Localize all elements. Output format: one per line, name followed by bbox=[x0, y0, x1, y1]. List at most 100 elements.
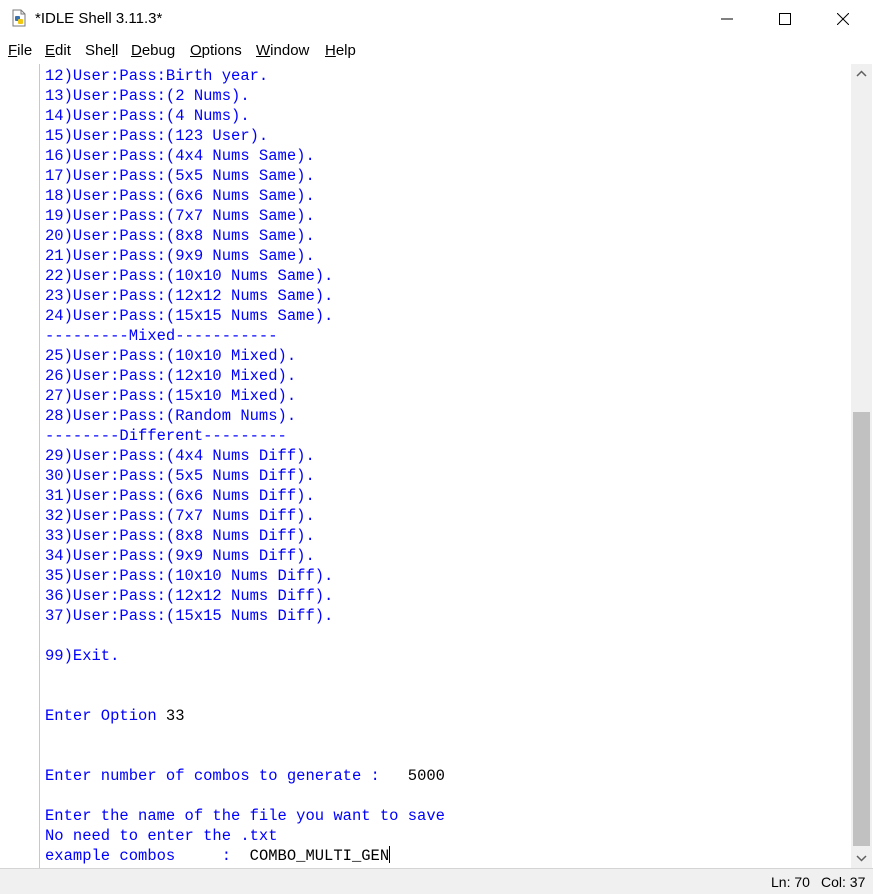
shell-output-text: 26)User:Pass:(12x10 Mixed). bbox=[45, 367, 297, 385]
scroll-up-button[interactable] bbox=[851, 64, 872, 84]
shell-output-text: 31)User:Pass:(6x6 Nums Diff). bbox=[45, 487, 315, 505]
shell-line: 20)User:Pass:(8x8 Nums Same). bbox=[45, 226, 315, 246]
shell-line: 22)User:Pass:(10x10 Nums Same). bbox=[45, 266, 333, 286]
shell-line: 26)User:Pass:(12x10 Mixed). bbox=[45, 366, 296, 386]
text-cursor bbox=[389, 846, 391, 863]
shell-output-text: 18)User:Pass:(6x6 Nums Same). bbox=[45, 187, 315, 205]
shell-output-text: --------Different--------- bbox=[45, 427, 287, 445]
shell-output-text: 12)User:Pass:Birth year. bbox=[45, 67, 269, 85]
chevron-up-icon bbox=[856, 70, 867, 77]
shell-output-text: 16)User:Pass:(4x4 Nums Same). bbox=[45, 147, 315, 165]
shell-user-input[interactable]: 5000 bbox=[408, 767, 445, 785]
shell-line: 29)User:Pass:(4x4 Nums Diff). bbox=[45, 446, 315, 466]
title-bar[interactable]: *IDLE Shell 3.11.3* bbox=[0, 0, 873, 38]
menu-file[interactable]: File bbox=[8, 42, 32, 59]
shell-line: example combos : COMBO_MULTI_GEN bbox=[45, 846, 391, 866]
shell-output-text: 36)User:Pass:(12x12 Nums Diff). bbox=[45, 587, 334, 605]
shell-line: Enter number of combos to generate : 500… bbox=[45, 766, 445, 786]
shell-text-area[interactable]: 12)User:Pass:Birth year. 13)User:Pass:(2 … bbox=[45, 66, 845, 866]
shell-output-text: Enter the name of the file you want to s… bbox=[45, 807, 445, 825]
chevron-down-icon bbox=[856, 855, 867, 862]
shell-output-text: 28)User:Pass:(Random Nums). bbox=[45, 407, 297, 425]
shell-output-text: 35)User:Pass:(10x10 Nums Diff). bbox=[45, 567, 334, 585]
shell-output-text: 25)User:Pass:(10x10 Mixed). bbox=[45, 347, 297, 365]
shell-sidebar bbox=[0, 64, 40, 868]
menu-debug[interactable]: Debug bbox=[131, 42, 175, 59]
shell-line: 18)User:Pass:(6x6 Nums Same). bbox=[45, 186, 315, 206]
menu-shell[interactable]: Shell bbox=[85, 42, 118, 59]
shell-output-text: 30)User:Pass:(5x5 Nums Diff). bbox=[45, 467, 315, 485]
scroll-down-button[interactable] bbox=[851, 848, 872, 868]
shell-user-input[interactable]: COMBO_MULTI_GEN bbox=[250, 847, 390, 865]
shell-output-text: 23)User:Pass:(12x12 Nums Same). bbox=[45, 287, 334, 305]
shell-output-text: 24)User:Pass:(15x15 Nums Same). bbox=[45, 307, 334, 325]
shell-line: 30)User:Pass:(5x5 Nums Diff). bbox=[45, 466, 315, 486]
vertical-scrollbar[interactable] bbox=[851, 64, 872, 868]
shell-output-text: example combos : bbox=[45, 847, 250, 865]
minimize-icon bbox=[721, 18, 733, 20]
shell-output-text: 32)User:Pass:(7x7 Nums Diff). bbox=[45, 507, 315, 525]
shell-line: 31)User:Pass:(6x6 Nums Diff). bbox=[45, 486, 315, 506]
shell-line: 32)User:Pass:(7x7 Nums Diff). bbox=[45, 506, 315, 526]
shell-output-text: Enter Option bbox=[45, 707, 166, 725]
shell-line: 34)User:Pass:(9x9 Nums Diff). bbox=[45, 546, 315, 566]
shell-line: 33)User:Pass:(8x8 Nums Diff). bbox=[45, 526, 315, 546]
shell-output-text: 37)User:Pass:(15x15 Nums Diff). bbox=[45, 607, 334, 625]
minimize-button[interactable] bbox=[698, 0, 756, 38]
shell-line: Enter Option 33 bbox=[45, 706, 185, 726]
shell-line: 19)User:Pass:(7x7 Nums Same). bbox=[45, 206, 315, 226]
shell-output-text: 14)User:Pass:(4 Nums). bbox=[45, 107, 250, 125]
maximize-button[interactable] bbox=[756, 0, 814, 38]
shell-line: 23)User:Pass:(12x12 Nums Same). bbox=[45, 286, 333, 306]
shell-output-text: 17)User:Pass:(5x5 Nums Same). bbox=[45, 167, 315, 185]
shell-output-text: 27)User:Pass:(15x10 Mixed). bbox=[45, 387, 297, 405]
shell-line: 37)User:Pass:(15x15 Nums Diff). bbox=[45, 606, 333, 626]
status-bar: Ln: 70 Col: 37 bbox=[0, 868, 873, 894]
status-col: Col: 37 bbox=[821, 874, 866, 890]
shell-output-text: 33)User:Pass:(8x8 Nums Diff). bbox=[45, 527, 315, 545]
shell-line: 21)User:Pass:(9x9 Nums Same). bbox=[45, 246, 315, 266]
shell-user-input[interactable]: 33 bbox=[166, 707, 185, 725]
shell-line: --------Different--------- bbox=[45, 426, 287, 446]
menu-options[interactable]: Options bbox=[190, 42, 242, 59]
shell-line: 99)Exit. bbox=[45, 646, 119, 666]
shell-line: 24)User:Pass:(15x15 Nums Same). bbox=[45, 306, 333, 326]
shell-line: 16)User:Pass:(4x4 Nums Same). bbox=[45, 146, 315, 166]
scroll-thumb[interactable] bbox=[853, 412, 870, 846]
shell-output-text: 15)User:Pass:(123 User). bbox=[45, 127, 269, 145]
shell-output-text: 99)Exit. bbox=[45, 647, 120, 665]
menu-edit[interactable]: Edit bbox=[45, 42, 71, 59]
shell-output-text: 13)User:Pass:(2 Nums). bbox=[45, 87, 250, 105]
status-line: Ln: 70 bbox=[771, 874, 810, 890]
shell-output-text: 22)User:Pass:(10x10 Nums Same). bbox=[45, 267, 334, 285]
shell-line: Enter the name of the file you want to s… bbox=[45, 806, 445, 826]
shell-line: 15)User:Pass:(123 User). bbox=[45, 126, 268, 146]
window-title: *IDLE Shell 3.11.3* bbox=[35, 10, 163, 27]
shell-line: No need to enter the .txt bbox=[45, 826, 278, 846]
shell-line: 35)User:Pass:(10x10 Nums Diff). bbox=[45, 566, 333, 586]
menu-window[interactable]: Window bbox=[256, 42, 309, 59]
shell-output-text: 34)User:Pass:(9x9 Nums Diff). bbox=[45, 547, 315, 565]
shell-line: ---------Mixed----------- bbox=[45, 326, 278, 346]
shell-output-text: No need to enter the .txt bbox=[45, 827, 278, 845]
shell-line: 12)User:Pass:Birth year. bbox=[45, 66, 268, 86]
shell-output-text: 19)User:Pass:(7x7 Nums Same). bbox=[45, 207, 315, 225]
idle-app-icon bbox=[10, 9, 28, 27]
shell-line: 14)User:Pass:(4 Nums). bbox=[45, 106, 250, 126]
close-icon bbox=[837, 13, 849, 25]
shell-output-text: 29)User:Pass:(4x4 Nums Diff). bbox=[45, 447, 315, 465]
maximize-icon bbox=[779, 13, 791, 25]
shell-line: 13)User:Pass:(2 Nums). bbox=[45, 86, 250, 106]
shell-line: 27)User:Pass:(15x10 Mixed). bbox=[45, 386, 296, 406]
close-button[interactable] bbox=[814, 0, 872, 38]
shell-output-text: 20)User:Pass:(8x8 Nums Same). bbox=[45, 227, 315, 245]
shell-line: 36)User:Pass:(12x12 Nums Diff). bbox=[45, 586, 333, 606]
shell-output-text: 21)User:Pass:(9x9 Nums Same). bbox=[45, 247, 315, 265]
shell-line: 25)User:Pass:(10x10 Mixed). bbox=[45, 346, 296, 366]
menu-bar: File Edit Shell Debug Options Window Hel… bbox=[0, 38, 873, 64]
shell-line: 28)User:Pass:(Random Nums). bbox=[45, 406, 296, 426]
shell-output-text: ---------Mixed----------- bbox=[45, 327, 278, 345]
menu-help[interactable]: Help bbox=[325, 42, 356, 59]
shell-line: 17)User:Pass:(5x5 Nums Same). bbox=[45, 166, 315, 186]
shell-output-text: Enter number of combos to generate : bbox=[45, 767, 408, 785]
